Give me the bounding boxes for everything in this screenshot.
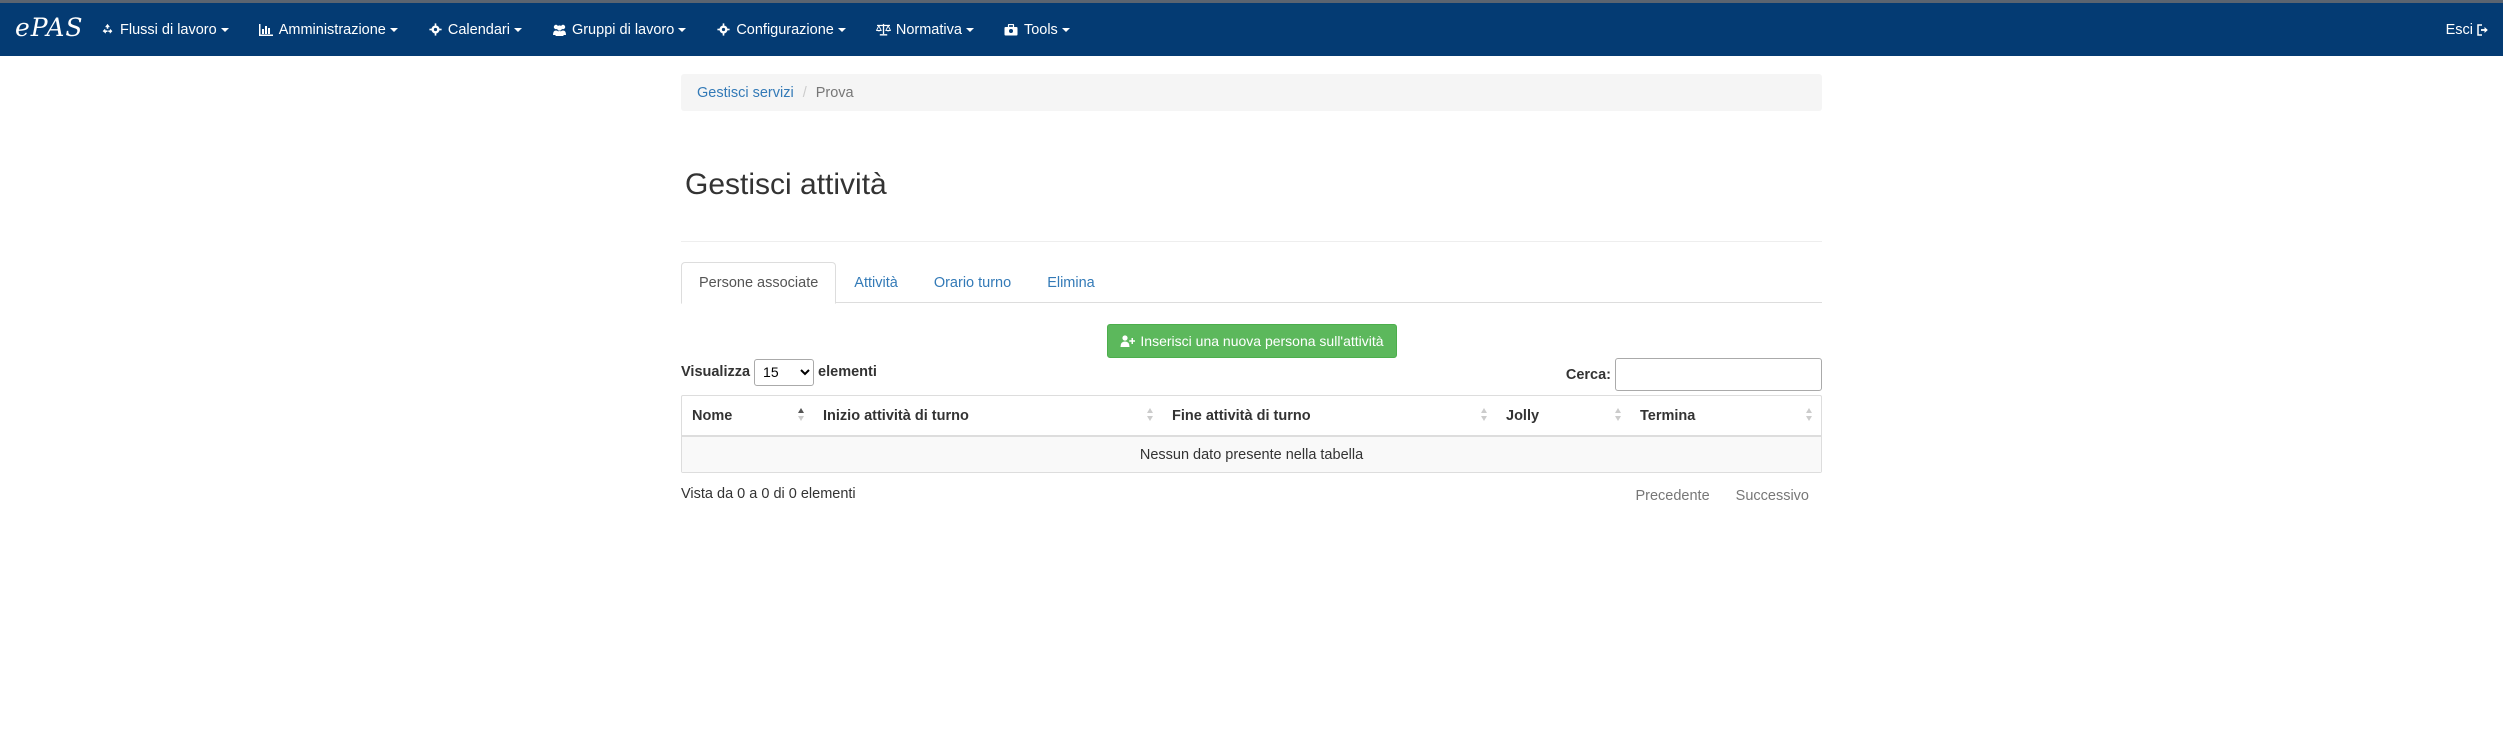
column-header-label: Termina — [1640, 407, 1696, 424]
chevron-down-icon — [678, 27, 687, 32]
column-header-label: Nome — [692, 407, 733, 424]
chevron-down-icon — [965, 27, 974, 32]
tab-orario-turno[interactable]: Orario turno — [916, 262, 1029, 303]
add-person-label: Inserisci una nuova persona sull'attivit… — [1140, 333, 1384, 349]
table-search-control: Cerca: — [1566, 358, 1822, 391]
add-person-button[interactable]: Inserisci una nuova persona sull'attivit… — [1107, 324, 1397, 358]
logout-link[interactable]: Esci — [2446, 3, 2489, 56]
table-header-row: Nome Inizio attività di turno Fine attiv… — [682, 396, 1821, 437]
users-icon — [552, 22, 567, 37]
chevron-down-icon — [513, 27, 522, 32]
page-length-control: Visualizza 15 elementi — [681, 358, 877, 386]
breadcrumb: Gestisci servizi / Prova — [681, 74, 1822, 111]
column-header-label: Fine attività di turno — [1172, 407, 1311, 424]
search-label: Cerca: — [1565, 366, 1611, 383]
column-header-termina[interactable]: Termina — [1630, 396, 1821, 437]
tab-attivita[interactable]: Attività — [836, 262, 916, 303]
user-plus-icon — [1120, 335, 1136, 347]
chevron-down-icon — [1061, 27, 1070, 32]
sort-icon — [1805, 408, 1813, 424]
sort-icon — [1480, 408, 1488, 424]
table-row: Nessun dato presente nella tabella — [682, 436, 1821, 472]
menu-gruppi-di-lavoro[interactable]: Gruppi di lavoro — [552, 21, 687, 38]
sort-icon — [1146, 408, 1154, 424]
menu-label: Flussi di lavoro — [120, 21, 217, 38]
breadcrumb-separator: / — [802, 84, 807, 101]
menu-calendari[interactable]: Calendari — [428, 22, 522, 38]
menu-label: Configurazione — [736, 21, 834, 38]
sort-icon — [1614, 408, 1622, 424]
recycle-icon — [100, 22, 115, 37]
breadcrumb-current: Prova — [815, 84, 854, 101]
next-page-button[interactable]: Successivo — [1723, 481, 1822, 511]
menu-tools[interactable]: Tools — [1004, 22, 1070, 38]
column-header-nome[interactable]: Nome — [682, 396, 813, 437]
gear-icon — [716, 22, 731, 37]
menu-amministrazione[interactable]: Amministrazione — [259, 22, 398, 38]
column-header-label: Jolly — [1506, 407, 1540, 424]
length-suffix: elementi — [818, 364, 877, 380]
logout-label: Esci — [2445, 21, 2473, 38]
persons-table: Nome Inizio attività di turno Fine attiv… — [681, 395, 1822, 473]
menu-label: Amministrazione — [278, 21, 386, 38]
length-prefix: Visualizza — [681, 364, 751, 380]
menu-label: Gruppi di lavoro — [571, 21, 675, 38]
pagination: Precedente Successivo — [1622, 481, 1822, 511]
main-menu: Flussi di lavoro Amministrazione Calenda… — [100, 3, 1100, 56]
menu-normativa[interactable]: Normativa — [875, 21, 974, 38]
tab-elimina[interactable]: Elimina — [1029, 262, 1113, 303]
sign-out-icon — [2477, 23, 2489, 36]
menu-label: Normativa — [895, 21, 962, 38]
menu-label: Calendari — [447, 21, 510, 38]
sort-ascending-icon — [797, 408, 805, 424]
title-divider — [681, 241, 1822, 242]
search-input[interactable] — [1615, 358, 1822, 391]
brand-logo[interactable]: ePAS — [15, 11, 84, 45]
balance-scale-icon — [875, 22, 891, 37]
column-header-label: Inizio attività di turno — [823, 407, 969, 424]
tab-persone-associate[interactable]: Persone associate — [681, 262, 837, 304]
previous-page-button[interactable]: Precedente — [1622, 481, 1722, 511]
chevron-down-icon — [837, 27, 846, 32]
page-title: Gestisci attività — [685, 168, 887, 201]
menu-flussi-di-lavoro[interactable]: Flussi di lavoro — [100, 22, 229, 38]
tab-bar: Persone associate Attività Orario turno … — [681, 262, 1822, 304]
top-navbar: ePAS Flussi di lavoro Amministrazione Ca… — [0, 0, 2503, 56]
gear-icon — [428, 22, 443, 37]
column-header-inizio[interactable]: Inizio attività di turno — [813, 396, 1162, 437]
chevron-down-icon — [220, 27, 229, 32]
column-header-jolly[interactable]: Jolly — [1496, 396, 1630, 437]
bar-chart-icon — [259, 22, 274, 37]
empty-table-message: Nessun dato presente nella tabella — [682, 436, 1821, 472]
briefcase-icon — [1004, 22, 1019, 37]
menu-label: Tools — [1023, 21, 1058, 38]
breadcrumb-link-gestisci-servizi[interactable]: Gestisci servizi — [697, 85, 794, 101]
page-length-select[interactable]: 15 — [754, 358, 815, 386]
menu-configurazione[interactable]: Configurazione — [716, 22, 846, 38]
chevron-down-icon — [389, 27, 398, 32]
column-header-fine[interactable]: Fine attività di turno — [1162, 396, 1496, 437]
table-info: Vista da 0 a 0 di 0 elementi — [681, 486, 856, 502]
